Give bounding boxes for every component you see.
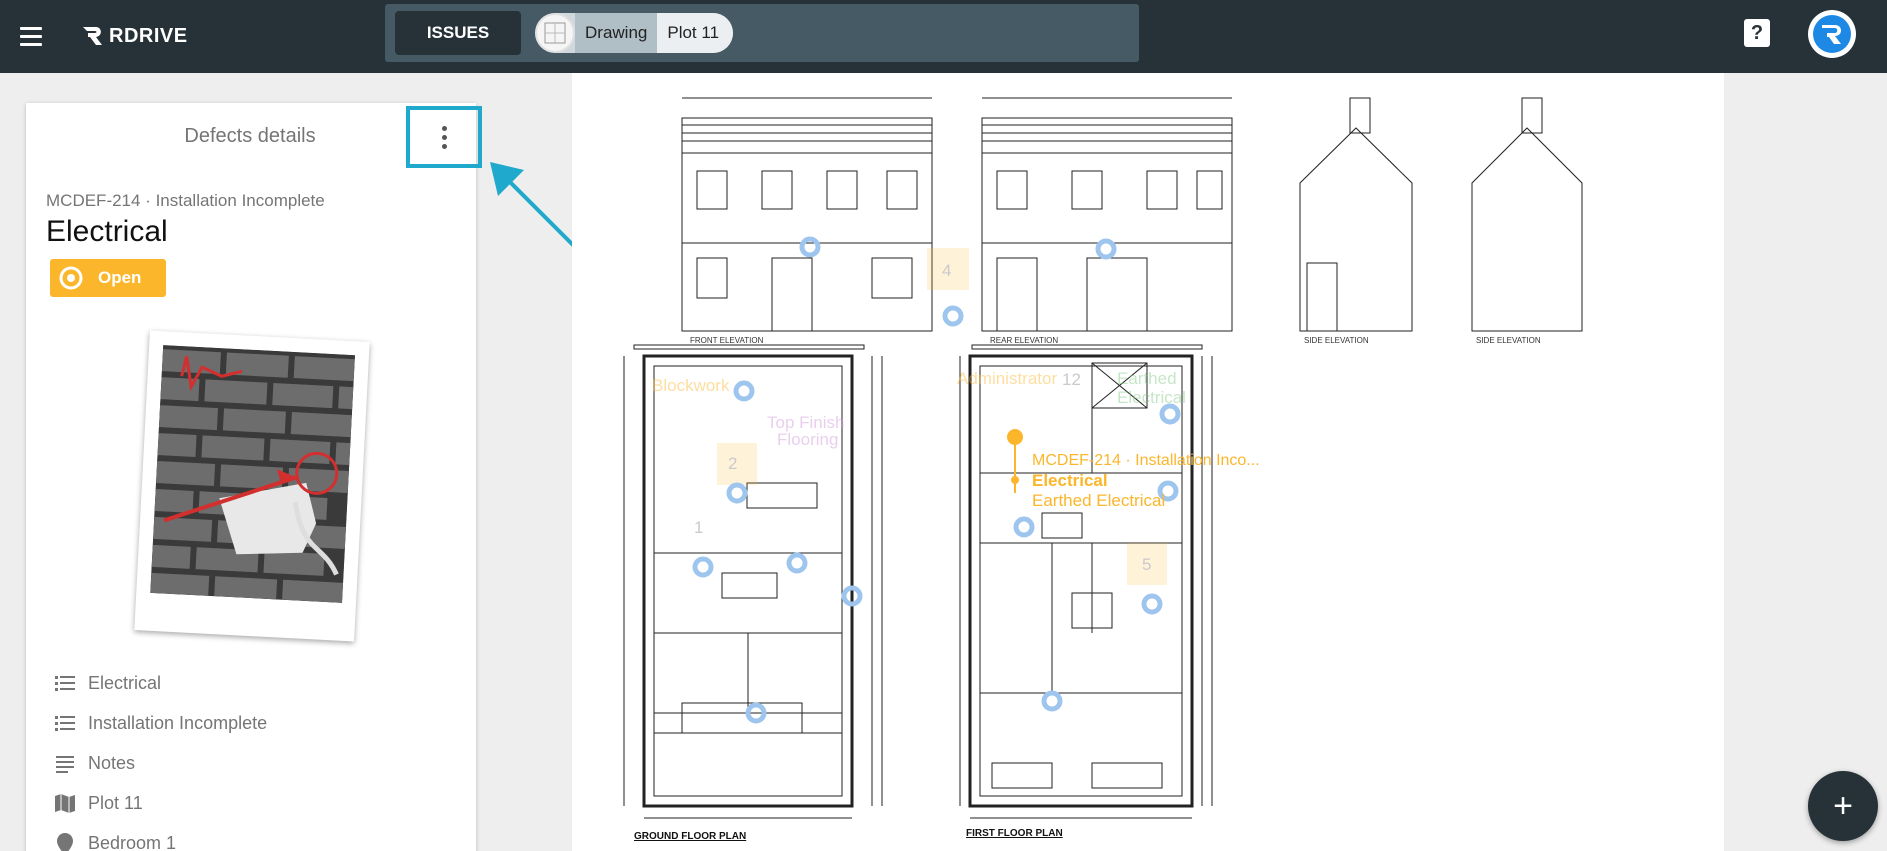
info-plot: Plot 11 [52, 783, 267, 823]
label-electrical: Electrical [1117, 388, 1186, 407]
label-side-elevation-1: SIDE ELEVATION [1304, 336, 1369, 345]
pin-number-5: 5 [1142, 555, 1151, 574]
pin-number-2: 2 [728, 454, 737, 473]
status-label: Open [98, 268, 142, 287]
info-category: Electrical [52, 663, 267, 703]
side-elevation-2 [1471, 97, 1583, 332]
info-notes: Notes [52, 743, 267, 783]
info-label: Installation Incomplete [88, 712, 268, 733]
rear-elevation [981, 97, 1233, 332]
pin-number-4: 4 [942, 261, 951, 280]
selected-pin-title: Electrical [1032, 471, 1108, 490]
breadcrumb-plot[interactable]: Plot 11 [657, 13, 734, 53]
label-ground-floor: GROUND FLOOR PLAN [634, 831, 746, 842]
rdrive-logo[interactable]: RDRIVE [80, 20, 188, 52]
photo-image [150, 345, 355, 603]
selected-pin: MCDEF-214 · Installation Inco... Electri… [1007, 429, 1260, 510]
status-open-icon [59, 266, 83, 290]
info-label: Bedroom 1 [88, 832, 177, 851]
label-first-floor: FIRST FLOOR PLAN [966, 828, 1063, 839]
label-flooring: Flooring [777, 430, 838, 449]
label-rear-elevation: REAR ELEVATION [990, 336, 1058, 345]
avatar-r-icon [1813, 15, 1851, 53]
label-blockwork: Blockwork [652, 376, 730, 395]
context-bar: ISSUES Drawing Plot 11 [385, 4, 1139, 62]
pin-number-1: 1 [694, 518, 703, 537]
selected-pin-sub: Earthed Electrical [1032, 491, 1165, 510]
defect-reference: MCDEF-214 · Installation Incomplete [46, 191, 325, 210]
top-app-bar: RDRIVE ISSUES Drawing Plot 11 ? [0, 0, 1887, 73]
selected-pin-ref: MCDEF-214 · Installation Inco... [1032, 452, 1260, 469]
side-elevation-1 [1299, 97, 1413, 332]
label-side-elevation-2: SIDE ELEVATION [1476, 336, 1541, 345]
notes-icon [52, 750, 78, 776]
logo-mark-icon [83, 27, 102, 45]
first-floor-plan [959, 344, 1213, 819]
label-administrator: Administrator [957, 369, 1057, 388]
breadcrumb: Drawing Plot 11 [535, 13, 734, 53]
list-icon [52, 710, 78, 736]
status-badge[interactable]: Open [50, 259, 166, 297]
label-earthed: Earthed [1117, 369, 1177, 388]
defect-photo[interactable] [134, 330, 370, 642]
label-front-elevation: FRONT ELEVATION [690, 336, 764, 345]
info-label: Electrical [88, 672, 162, 693]
add-issue-button[interactable]: + [1808, 771, 1878, 841]
info-type: Installation Incomplete [52, 703, 267, 743]
front-elevation [681, 97, 933, 332]
location-pin-icon [52, 830, 78, 851]
defect-info-list: Electrical Installation Incomplete Notes… [52, 663, 267, 851]
drawing-canvas[interactable]: FRONT ELEVATION REAR ELEVATION SIDE ELEV… [572, 73, 1724, 851]
list-icon [52, 670, 78, 696]
info-label: Plot 11 [88, 792, 143, 813]
issues-button[interactable]: ISSUES [395, 11, 521, 55]
defect-details-panel: Defects details MCDEF-214 · Installation… [26, 103, 482, 851]
breadcrumb-drawing[interactable]: Drawing [575, 13, 658, 53]
more-vert-icon [441, 125, 447, 149]
info-label: Notes [88, 752, 136, 773]
more-options-button[interactable] [406, 106, 482, 168]
help-icon[interactable]: ? [1744, 19, 1770, 47]
pin-number-12: 12 [1062, 370, 1081, 389]
user-avatar[interactable] [1808, 10, 1856, 58]
defect-title: Electrical [46, 215, 168, 248]
drawing-thumbnail-icon[interactable] [535, 13, 575, 53]
hamburger-menu-icon[interactable] [14, 19, 48, 53]
logo-text: RDRIVE [109, 24, 188, 47]
info-location: Bedroom 1 [52, 823, 267, 851]
map-icon [52, 790, 78, 816]
